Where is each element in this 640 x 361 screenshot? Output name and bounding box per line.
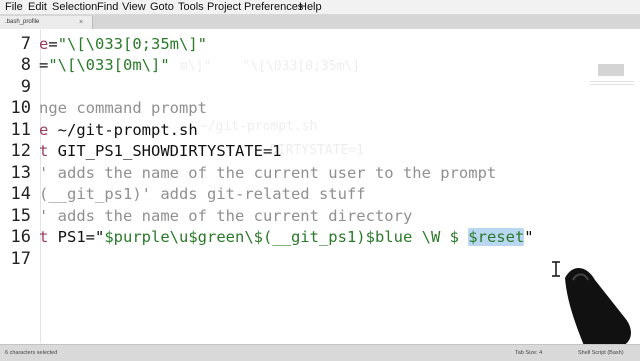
tab-size-status[interactable]: Tab Size: 4 [515, 345, 542, 361]
tab-bar: .bash_profile × [0, 15, 640, 29]
ghost-text: ~/git-prompt.sh [200, 119, 318, 134]
menu-preferences[interactable]: Preferences [244, 0, 303, 14]
code-line[interactable]: nge command prompt [39, 98, 207, 118]
code-line[interactable]: t GIT_PS1_SHOWDIRTYSTATE=1 [39, 141, 282, 161]
hand-icon [565, 268, 631, 348]
line-number: 16 [10, 227, 31, 247]
line-number: 9 [20, 77, 31, 97]
line-number: 15 [10, 206, 31, 226]
minimap [590, 81, 634, 87]
menu-selection[interactable]: Selection [52, 0, 97, 14]
menu-tools[interactable]: Tools [178, 0, 204, 14]
line-number: 13 [10, 163, 31, 183]
line-number: 7 [20, 34, 31, 54]
status-bar: 6 characters selected Tab Size: 4 Shell … [0, 344, 640, 361]
tab-bash-profile[interactable]: .bash_profile × [0, 16, 93, 29]
code-line[interactable]: (__git_ps1)' adds git-related stuff [39, 184, 366, 204]
ghost-text: DIRTYSTATE=1 [270, 143, 364, 158]
menu-help[interactable]: Help [299, 0, 322, 14]
selected-text: $reset [468, 228, 525, 246]
menu-file[interactable]: File [5, 0, 23, 14]
line-number: 11 [10, 120, 31, 140]
code-line[interactable]: ' adds the name of the current user to t… [39, 163, 496, 183]
code-line[interactable]: ="\[\033[0m\]" [39, 55, 170, 75]
menu-bar: File Edit Selection Find View Goto Tools… [0, 0, 640, 15]
line-number: 17 [10, 249, 31, 269]
code-line[interactable]: ' adds the name of the current directory [39, 206, 412, 226]
line-number: 10 [10, 98, 31, 118]
code-editor[interactable]: m\]" "\[\033[0;35m\] ~/git-prompt.sh DIR… [0, 29, 640, 343]
menu-find[interactable]: Find [97, 0, 118, 14]
code-line[interactable]: e="\[\033[0;35m\]" [39, 34, 207, 54]
menu-project[interactable]: Project [207, 0, 241, 14]
tab-label: .bash_profile [5, 19, 40, 25]
syntax-status[interactable]: Shell Script (Bash) [578, 345, 624, 361]
code-line[interactable]: e ~/git-prompt.sh [39, 120, 198, 140]
minimap-viewport[interactable] [598, 64, 624, 76]
code-line[interactable]: t PS1="$purple\u$green\$(__git_ps1)$blue… [39, 227, 534, 247]
menu-edit[interactable]: Edit [28, 0, 47, 14]
menu-goto[interactable]: Goto [150, 0, 174, 14]
close-icon[interactable]: × [79, 16, 83, 29]
ghost-text: m\]" "\[\033[0;35m\] [180, 59, 361, 74]
menu-view[interactable]: View [122, 0, 146, 14]
selection-status: 6 characters selected [5, 350, 58, 356]
line-number: 8 [20, 55, 31, 75]
line-number: 14 [10, 184, 31, 204]
line-number: 12 [10, 141, 31, 161]
